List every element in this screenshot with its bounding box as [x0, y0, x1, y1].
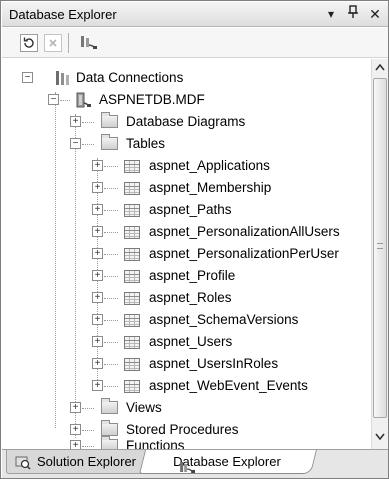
tree-node-label: Database Diagrams — [126, 114, 246, 129]
expand-toggle[interactable]: + — [92, 380, 103, 391]
folder-icon — [101, 112, 118, 128]
expand-toggle[interactable]: + — [92, 314, 103, 325]
auto-hide-pin-icon[interactable] — [344, 5, 362, 23]
scrollbar-grip — [377, 243, 383, 249]
folder-icon — [101, 398, 118, 414]
table-name: aspnet_Applications — [149, 158, 270, 173]
database-file-icon — [74, 91, 92, 109]
table-icon — [124, 248, 140, 261]
table-icon — [124, 314, 140, 327]
panel-title: Database Explorer — [9, 7, 117, 22]
tree-node-database-diagrams[interactable]: + Database Diagrams — [2, 111, 370, 133]
table-node[interactable]: + aspnet_Users — [2, 331, 370, 353]
refresh-icon[interactable] — [20, 34, 38, 52]
table-node[interactable]: + aspnet_Profile — [2, 265, 370, 287]
table-name: aspnet_Profile — [149, 268, 236, 283]
table-name: aspnet_PersonalizationPerUser — [149, 246, 339, 261]
expand-toggle[interactable]: + — [92, 226, 103, 237]
vertical-scrollbar[interactable] — [371, 59, 388, 449]
tree-node-label: Data Connections — [76, 70, 184, 85]
toolbar-separator — [68, 33, 69, 53]
expand-toggle[interactable]: + — [92, 358, 103, 369]
table-name: aspnet_Paths — [149, 202, 232, 217]
database-explorer-panel: Database Explorer ▾ ✕ − Data Connections… — [0, 0, 389, 479]
server-tree: − Data Connections − ASPNETDB.MDF + Data… — [2, 59, 370, 449]
table-name: aspnet_WebEvent_Events — [149, 378, 308, 393]
table-node[interactable]: + aspnet_Roles — [2, 287, 370, 309]
expand-toggle[interactable]: + — [92, 204, 103, 215]
expand-toggle[interactable]: + — [70, 116, 81, 127]
scrollbar-thumb[interactable] — [373, 78, 387, 418]
table-icon — [124, 204, 140, 217]
table-node[interactable]: + aspnet_PersonalizationPerUser — [2, 243, 370, 265]
expand-toggle[interactable]: + — [70, 402, 81, 413]
expand-toggle[interactable]: + — [92, 270, 103, 281]
expand-toggle[interactable]: + — [92, 160, 103, 171]
collapse-toggle[interactable]: − — [70, 138, 81, 149]
tree-node-label: Views — [126, 400, 162, 415]
table-name: aspnet_Users — [149, 334, 233, 349]
expand-toggle[interactable]: + — [70, 424, 81, 435]
table-icon — [124, 380, 140, 393]
data-connections-icon — [53, 69, 71, 87]
expand-toggle[interactable]: + — [92, 182, 103, 193]
expand-toggle[interactable]: + — [70, 440, 81, 449]
close-icon[interactable]: ✕ — [366, 5, 384, 23]
table-icon — [124, 182, 140, 195]
table-node[interactable]: + aspnet_Membership — [2, 177, 370, 199]
tree-node-tables[interactable]: − Tables — [2, 133, 370, 155]
database-explorer-icon — [179, 458, 196, 474]
scroll-up-icon[interactable] — [372, 60, 388, 77]
tree-node-data-connections[interactable]: − Data Connections — [2, 67, 370, 89]
table-icon — [124, 160, 140, 173]
solution-explorer-icon — [15, 454, 31, 470]
tree-node-label: Functions — [126, 438, 185, 449]
stop-icon[interactable] — [44, 34, 62, 52]
table-icon — [124, 292, 140, 305]
tree-node-database[interactable]: − ASPNETDB.MDF — [2, 89, 370, 111]
tab-database-explorer[interactable]: Database Explorer — [139, 450, 317, 474]
table-icon — [124, 336, 140, 349]
explorer-toolbar — [2, 28, 388, 58]
folder-icon — [101, 436, 118, 449]
table-node[interactable]: + aspnet_PersonalizationAllUsers — [2, 221, 370, 243]
window-position-dropdown-icon[interactable]: ▾ — [322, 5, 340, 23]
table-name: aspnet_Roles — [149, 290, 232, 305]
collapse-toggle[interactable]: − — [22, 72, 33, 83]
table-icon — [124, 358, 140, 371]
expand-toggle[interactable]: + — [92, 248, 103, 259]
table-name: aspnet_Membership — [149, 180, 272, 195]
scroll-down-icon[interactable] — [372, 430, 388, 447]
table-name: aspnet_SchemaVersions — [149, 312, 299, 327]
table-node[interactable]: + aspnet_Paths — [2, 199, 370, 221]
table-name: aspnet_PersonalizationAllUsers — [149, 224, 340, 239]
tree-node-label: ASPNETDB.MDF — [99, 92, 205, 107]
table-node[interactable]: + aspnet_SchemaVersions — [2, 309, 370, 331]
table-node[interactable]: + aspnet_Applications — [2, 155, 370, 177]
tree-node-label: Tables — [126, 136, 166, 151]
tool-window-tabs: Solution Explorer Database Explorer — [2, 449, 388, 478]
tab-label: Solution Explorer — [37, 454, 136, 469]
tree-node-views[interactable]: + Views — [2, 397, 370, 419]
table-node[interactable]: + aspnet_UsersInRoles — [2, 353, 370, 375]
tree-node-functions[interactable]: + Functions — [2, 435, 370, 449]
collapse-toggle[interactable]: − — [48, 94, 59, 105]
expand-toggle[interactable]: + — [92, 336, 103, 347]
folder-icon — [101, 134, 118, 150]
connect-to-database-icon[interactable] — [78, 34, 97, 52]
table-icon — [124, 226, 140, 239]
expand-toggle[interactable]: + — [92, 292, 103, 303]
table-name: aspnet_UsersInRoles — [149, 356, 279, 371]
table-icon — [124, 270, 140, 283]
panel-titlebar: Database Explorer ▾ ✕ — [2, 2, 388, 27]
table-node[interactable]: + aspnet_WebEvent_Events — [2, 375, 370, 397]
